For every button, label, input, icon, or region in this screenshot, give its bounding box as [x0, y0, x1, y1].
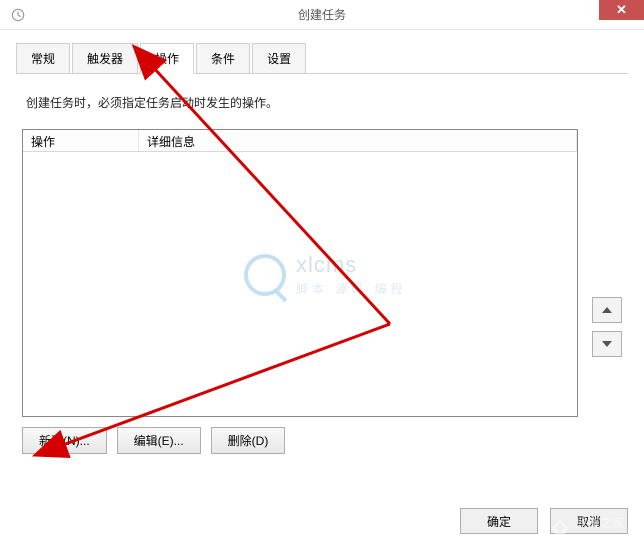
window-title: 创建任务 [298, 6, 346, 23]
titlebar: 创建任务 [0, 0, 644, 30]
column-action[interactable]: 操作 [23, 130, 139, 151]
table-header: 操作 详细信息 [23, 130, 577, 152]
dialog-footer: 确定 取消 [460, 508, 628, 534]
content-area: 常规 触发器 操作 条件 设置 创建任务时，必须指定任务启动时发生的操作。 操作… [0, 30, 644, 544]
cancel-button[interactable]: 取消 [550, 508, 628, 534]
tab-settings[interactable]: 设置 [252, 43, 306, 74]
clock-icon [10, 7, 26, 23]
tab-triggers[interactable]: 触发器 [72, 43, 138, 74]
column-details[interactable]: 详细信息 [139, 130, 577, 151]
close-button[interactable] [599, 0, 644, 20]
tab-actions[interactable]: 操作 [140, 43, 194, 74]
ok-button[interactable]: 确定 [460, 508, 538, 534]
tab-general[interactable]: 常规 [16, 43, 70, 74]
new-button[interactable]: 新建(N)... [22, 427, 107, 454]
edit-button[interactable]: 编辑(E)... [117, 427, 201, 454]
actions-table[interactable]: 操作 详细信息 [22, 129, 578, 417]
description-text: 创建任务时，必须指定任务启动时发生的操作。 [26, 94, 618, 111]
delete-button[interactable]: 删除(D) [211, 427, 286, 454]
tab-strip: 常规 触发器 操作 条件 设置 [16, 42, 628, 74]
reorder-buttons [592, 297, 622, 357]
tab-conditions[interactable]: 条件 [196, 43, 250, 74]
action-buttons-row: 新建(N)... 编辑(E)... 删除(D) [22, 427, 622, 454]
move-down-button[interactable] [592, 331, 622, 357]
tab-body: 创建任务时，必须指定任务启动时发生的操作。 操作 详细信息 新建(N)... 编… [16, 74, 628, 460]
move-up-button[interactable] [592, 297, 622, 323]
